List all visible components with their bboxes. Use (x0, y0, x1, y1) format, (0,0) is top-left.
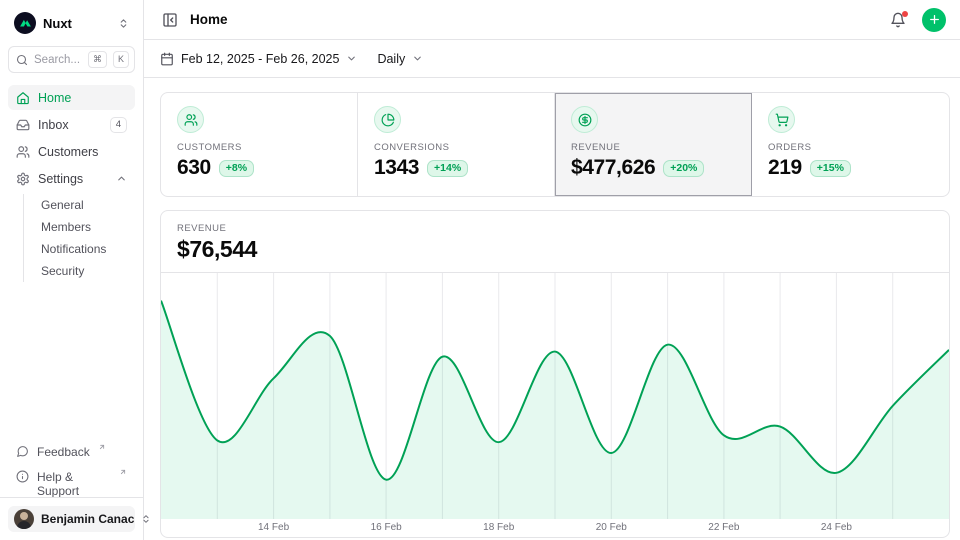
user-name: Benjamin Canac (41, 512, 134, 526)
chart-metric-value: $76,544 (177, 236, 933, 263)
stat-value: 1343 (374, 156, 419, 180)
stat-label: ORDERS (768, 142, 933, 153)
sidebar-collapse-button[interactable] (160, 10, 180, 30)
kbd-meta: ⌘ (88, 51, 107, 68)
chart-plot-area[interactable]: 14 Feb 16 Feb 18 Feb 20 Feb 22 Feb 24 Feb (161, 273, 949, 537)
stat-card-orders[interactable]: ORDERS 219 +15% (752, 93, 949, 196)
chevrons-up-down-icon (118, 18, 129, 29)
stats-row: CUSTOMERS 630 +8% CONVERSIONS 1343 +14% (160, 92, 950, 197)
calendar-icon (160, 52, 174, 66)
users-icon (177, 106, 204, 133)
chart-metric-label: REVENUE (177, 223, 933, 234)
cart-icon (768, 106, 795, 133)
chart-header: REVENUE $76,544 (161, 211, 949, 273)
x-axis-tick-label: 18 Feb (483, 522, 514, 533)
revenue-chart-card: REVENUE $76,544 14 Feb 16 Feb 18 Feb 20 Feb… (160, 210, 950, 538)
chat-bubble-icon (16, 445, 29, 458)
dashboard-content: CUSTOMERS 630 +8% CONVERSIONS 1343 +14% (144, 78, 960, 540)
stat-label: REVENUE (571, 142, 735, 153)
stat-card-revenue[interactable]: REVENUE $477,626 +20% (555, 93, 752, 196)
stat-delta-badge: +15% (810, 160, 851, 177)
sidebar-item-label: Inbox (38, 118, 69, 132)
dollar-circle-icon (571, 106, 598, 133)
sidebar-spacer (8, 282, 135, 442)
inbox-count-badge: 4 (110, 117, 127, 133)
filter-toolbar: Feb 12, 2025 - Feb 26, 2025 Daily (144, 40, 960, 78)
stat-delta-badge: +8% (219, 160, 254, 177)
notification-dot (902, 11, 908, 17)
chevron-up-icon (116, 173, 127, 184)
inbox-icon (16, 118, 30, 132)
sidebar-item-inbox[interactable]: Inbox 4 (8, 112, 135, 137)
sidebar-item-home[interactable]: Home (8, 85, 135, 110)
sidebar-item-members[interactable]: Members (24, 216, 135, 238)
period-label: Daily (377, 52, 405, 66)
x-axis-tick-label: 16 Feb (371, 522, 402, 533)
settings-submenu: General Members Notifications Security (23, 194, 135, 282)
date-range-picker[interactable]: Feb 12, 2025 - Feb 26, 2025 (160, 52, 357, 66)
avatar (14, 509, 34, 529)
stat-label: CUSTOMERS (177, 142, 341, 153)
sidebar-item-security[interactable]: Security (24, 260, 135, 282)
sidebar-item-label: Home (38, 91, 71, 105)
stat-delta-badge: +20% (663, 160, 704, 177)
pie-chart-icon (374, 106, 401, 133)
help-support-link[interactable]: Help & Support (8, 467, 135, 489)
add-button[interactable] (922, 8, 946, 32)
x-axis-tick-label: 14 Feb (258, 522, 289, 533)
search-placeholder: Search... (34, 54, 82, 66)
stat-value: $477,626 (571, 156, 655, 180)
top-header: Home (144, 0, 960, 40)
x-axis-tick-label: 24 Feb (821, 522, 852, 533)
external-link-icon (119, 468, 127, 476)
stat-card-customers[interactable]: CUSTOMERS 630 +8% (161, 93, 358, 196)
search-input[interactable]: Search... ⌘ K (8, 46, 135, 73)
x-axis-labels: 14 Feb 16 Feb 18 Feb 20 Feb 22 Feb 24 Feb (161, 519, 949, 537)
sidebar-nav: Home Inbox 4 Customers Settings Genera (8, 85, 135, 282)
sidebar-divider (0, 497, 143, 498)
sidebar-item-notifications[interactable]: Notifications (24, 238, 135, 260)
feedback-label: Feedback (37, 445, 90, 459)
gear-icon (16, 172, 30, 186)
sidebar-item-label: Settings (38, 172, 83, 186)
stat-value: 630 (177, 156, 211, 180)
workspace-switcher[interactable]: Nuxt (8, 9, 135, 37)
sidebar: Nuxt Search... ⌘ K Home Inbox 4 (0, 0, 144, 540)
notifications-button[interactable] (888, 10, 908, 30)
feedback-link[interactable]: Feedback (8, 442, 135, 464)
info-circle-icon (16, 470, 29, 483)
stat-label: CONVERSIONS (374, 142, 538, 153)
sidebar-item-general[interactable]: General (24, 194, 135, 216)
sidebar-footer-links: Feedback Help & Support (8, 442, 135, 489)
chevron-down-icon (346, 53, 357, 64)
home-icon (16, 91, 30, 105)
chevron-down-icon (412, 53, 423, 64)
stat-card-conversions[interactable]: CONVERSIONS 1343 +14% (358, 93, 555, 196)
panel-left-close-icon (162, 12, 178, 28)
main-area: Home Feb 12, 2025 - Feb 26, 2025 Daily (144, 0, 960, 540)
date-range-label: Feb 12, 2025 - Feb 26, 2025 (181, 52, 339, 66)
search-icon (16, 54, 28, 66)
x-axis-tick-label: 20 Feb (596, 522, 627, 533)
sidebar-item-settings[interactable]: Settings (8, 166, 135, 191)
help-support-label: Help & Support (37, 470, 111, 498)
plus-icon (928, 13, 941, 26)
stat-delta-badge: +14% (427, 160, 468, 177)
nuxt-logo-icon (14, 12, 36, 34)
user-menu[interactable]: Benjamin Canac (8, 506, 135, 532)
period-select[interactable]: Daily (377, 52, 423, 66)
kbd-k: K (113, 51, 129, 68)
page-title: Home (190, 12, 228, 27)
sidebar-item-customers[interactable]: Customers (8, 139, 135, 164)
stat-value: 219 (768, 156, 802, 180)
users-icon (16, 145, 30, 159)
revenue-chart-svg (161, 273, 949, 519)
workspace-name: Nuxt (43, 16, 111, 31)
external-link-icon (98, 443, 106, 451)
x-axis-tick-label: 22 Feb (708, 522, 739, 533)
sidebar-item-label: Customers (38, 145, 98, 159)
